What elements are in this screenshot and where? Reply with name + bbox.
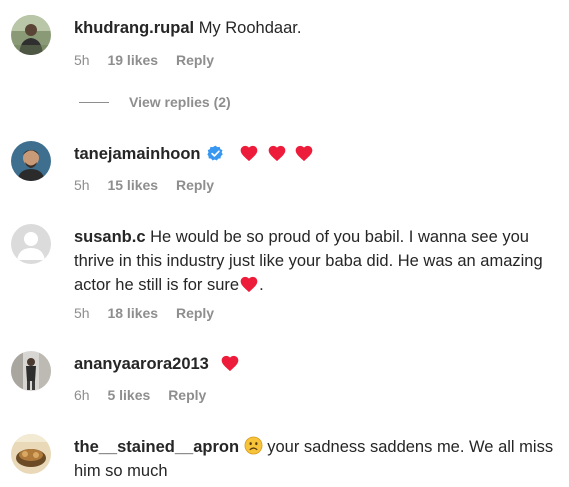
likes-count[interactable]: 19 likes [107, 52, 158, 68]
username[interactable]: ananyaarora2013 [74, 355, 209, 373]
comment-body: ananyaarora2013 [74, 352, 559, 376]
comment-body: tanejamainhoon [74, 142, 559, 166]
comment-meta: 5h 15 likes Reply [74, 177, 228, 193]
comment-time: 5h [74, 52, 90, 68]
view-replies-label: View replies (2) [129, 94, 231, 110]
reply-button[interactable]: Reply [176, 52, 214, 68]
heart-emoji-icon [220, 353, 240, 372]
comment-meta: 5h 19 likes Reply [74, 52, 228, 68]
likes-count[interactable]: 18 likes [107, 305, 158, 321]
comment-meta: 6h 5 likes Reply [74, 387, 220, 403]
comment-text-tail: . [259, 276, 264, 294]
comment-time: 5h [74, 305, 90, 321]
comment-body: the__stained__apron your sadness saddens… [74, 435, 559, 483]
username[interactable]: khudrang.rupal [74, 19, 194, 37]
comment-text: My Roohdaar. [198, 19, 302, 37]
username[interactable]: susanb.c [74, 228, 146, 246]
comment-body: khudrang.rupal My Roohdaar. [74, 16, 559, 40]
avatar[interactable] [11, 351, 51, 391]
comment-time: 6h [74, 387, 90, 403]
username[interactable]: tanejamainhoon [74, 145, 201, 163]
avatar[interactable] [11, 224, 51, 264]
comment-body: susanb.c He would be so proud of you bab… [74, 225, 559, 297]
heart-emoji-icon [267, 143, 287, 162]
username[interactable]: the__stained__apron [74, 438, 239, 456]
likes-count[interactable]: 15 likes [107, 177, 158, 193]
avatar[interactable] [11, 434, 51, 474]
divider [79, 101, 109, 103]
comment-time: 5h [74, 177, 90, 193]
verified-badge-icon [207, 145, 223, 161]
reply-button[interactable]: Reply [168, 387, 206, 403]
reply-button[interactable]: Reply [176, 177, 214, 193]
heart-emoji-icon [239, 143, 259, 162]
view-replies-button[interactable]: View replies (2) [79, 94, 231, 110]
comment-meta: 5h 18 likes Reply [74, 305, 228, 321]
avatar[interactable] [11, 15, 51, 55]
heart-emoji-icon [239, 274, 259, 293]
slightly-frowning-face-icon [244, 436, 263, 455]
reply-button[interactable]: Reply [176, 305, 214, 321]
likes-count[interactable]: 5 likes [107, 387, 150, 403]
heart-emoji-icon [294, 143, 314, 162]
avatar[interactable] [11, 141, 51, 181]
